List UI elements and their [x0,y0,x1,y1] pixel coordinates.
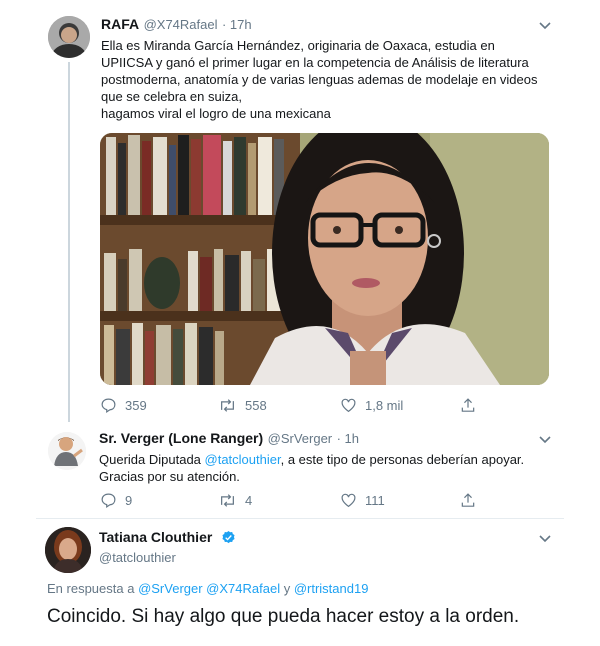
rafa-handle[interactable]: @X74Rafael [144,17,218,32]
tweet-text: Gracias por su atención. [99,469,240,484]
reply-context-label: En respuesta a [47,581,139,596]
reply-icon [101,493,116,508]
tatiana-display-name[interactable]: Tatiana Clouthier [99,529,212,545]
mention-link[interactable]: @tatclouthier [205,452,281,467]
main-tweet-text: Coincido. Si hay algo que pueda hacer es… [47,606,520,627]
retweet-count: 558 [245,397,267,413]
retweet-icon [221,493,234,507]
chevron-down-icon[interactable] [538,432,552,446]
thread-line [68,62,70,422]
reply-context-mentions[interactable]: @SrVerger @X74Rafael [138,581,280,596]
like-button[interactable]: 111 [340,492,385,508]
tweet-text-line: Ella es Miranda García Hernández, origin… [101,38,495,53]
tweet-text-line: postmoderna, anatomía y de varias lengua… [101,72,538,87]
reply-count: 9 [125,492,133,508]
chevron-down-icon[interactable] [538,531,552,545]
tatiana-avatar[interactable] [45,527,91,573]
reply-icon [101,398,116,413]
tweet-photo[interactable] [100,133,549,385]
tweet-text: Querida Diputada [99,452,205,467]
tweet-text-line: que se celebra en suiza, [101,89,242,104]
reply-button[interactable]: 359 [100,397,147,414]
srverger-display-name[interactable]: Sr. Verger (Lone Ranger) [99,430,263,446]
like-count: 1,8 mil [365,397,404,413]
retweet-count: 4 [245,492,253,508]
rafa-display-name[interactable]: RAFA [101,16,139,32]
retweet-button[interactable]: 4 [218,492,252,509]
like-icon [341,493,356,508]
chevron-down-icon[interactable] [538,18,552,32]
reply-context-and: y [280,581,294,596]
srverger-avatar[interactable] [48,432,86,470]
rafa-avatar[interactable] [48,16,90,58]
divider [36,518,564,519]
reply-context-mention-last[interactable]: @rtristand19 [294,581,369,596]
tweet-text: , a este tipo de personas deberían apoya… [280,452,525,467]
retweet-button[interactable]: 558 [218,397,267,414]
tatiana-handle[interactable]: @tatclouthier [99,550,176,565]
reply-count: 359 [125,397,147,413]
reply-button[interactable]: 9 [100,492,132,509]
like-count: 111 [365,492,385,508]
tweet-text-line: UPIICSA y ganó el primer lugar en la com… [101,55,529,70]
rafa-timestamp[interactable]: · 17h [222,17,252,32]
like-button[interactable]: 1,8 mil [340,397,403,413]
like-icon [341,398,356,413]
retweet-icon [221,398,234,412]
tweet-text-line: hagamos viral el logro de una mexicana [101,106,331,121]
share-button[interactable] [460,397,484,414]
share-button[interactable] [460,492,484,509]
srverger-handle[interactable]: @SrVerger [268,431,333,446]
verified-badge-icon [222,530,235,544]
srverger-timestamp[interactable]: · 1h [337,431,359,446]
share-icon [461,397,475,412]
share-icon [461,492,475,507]
